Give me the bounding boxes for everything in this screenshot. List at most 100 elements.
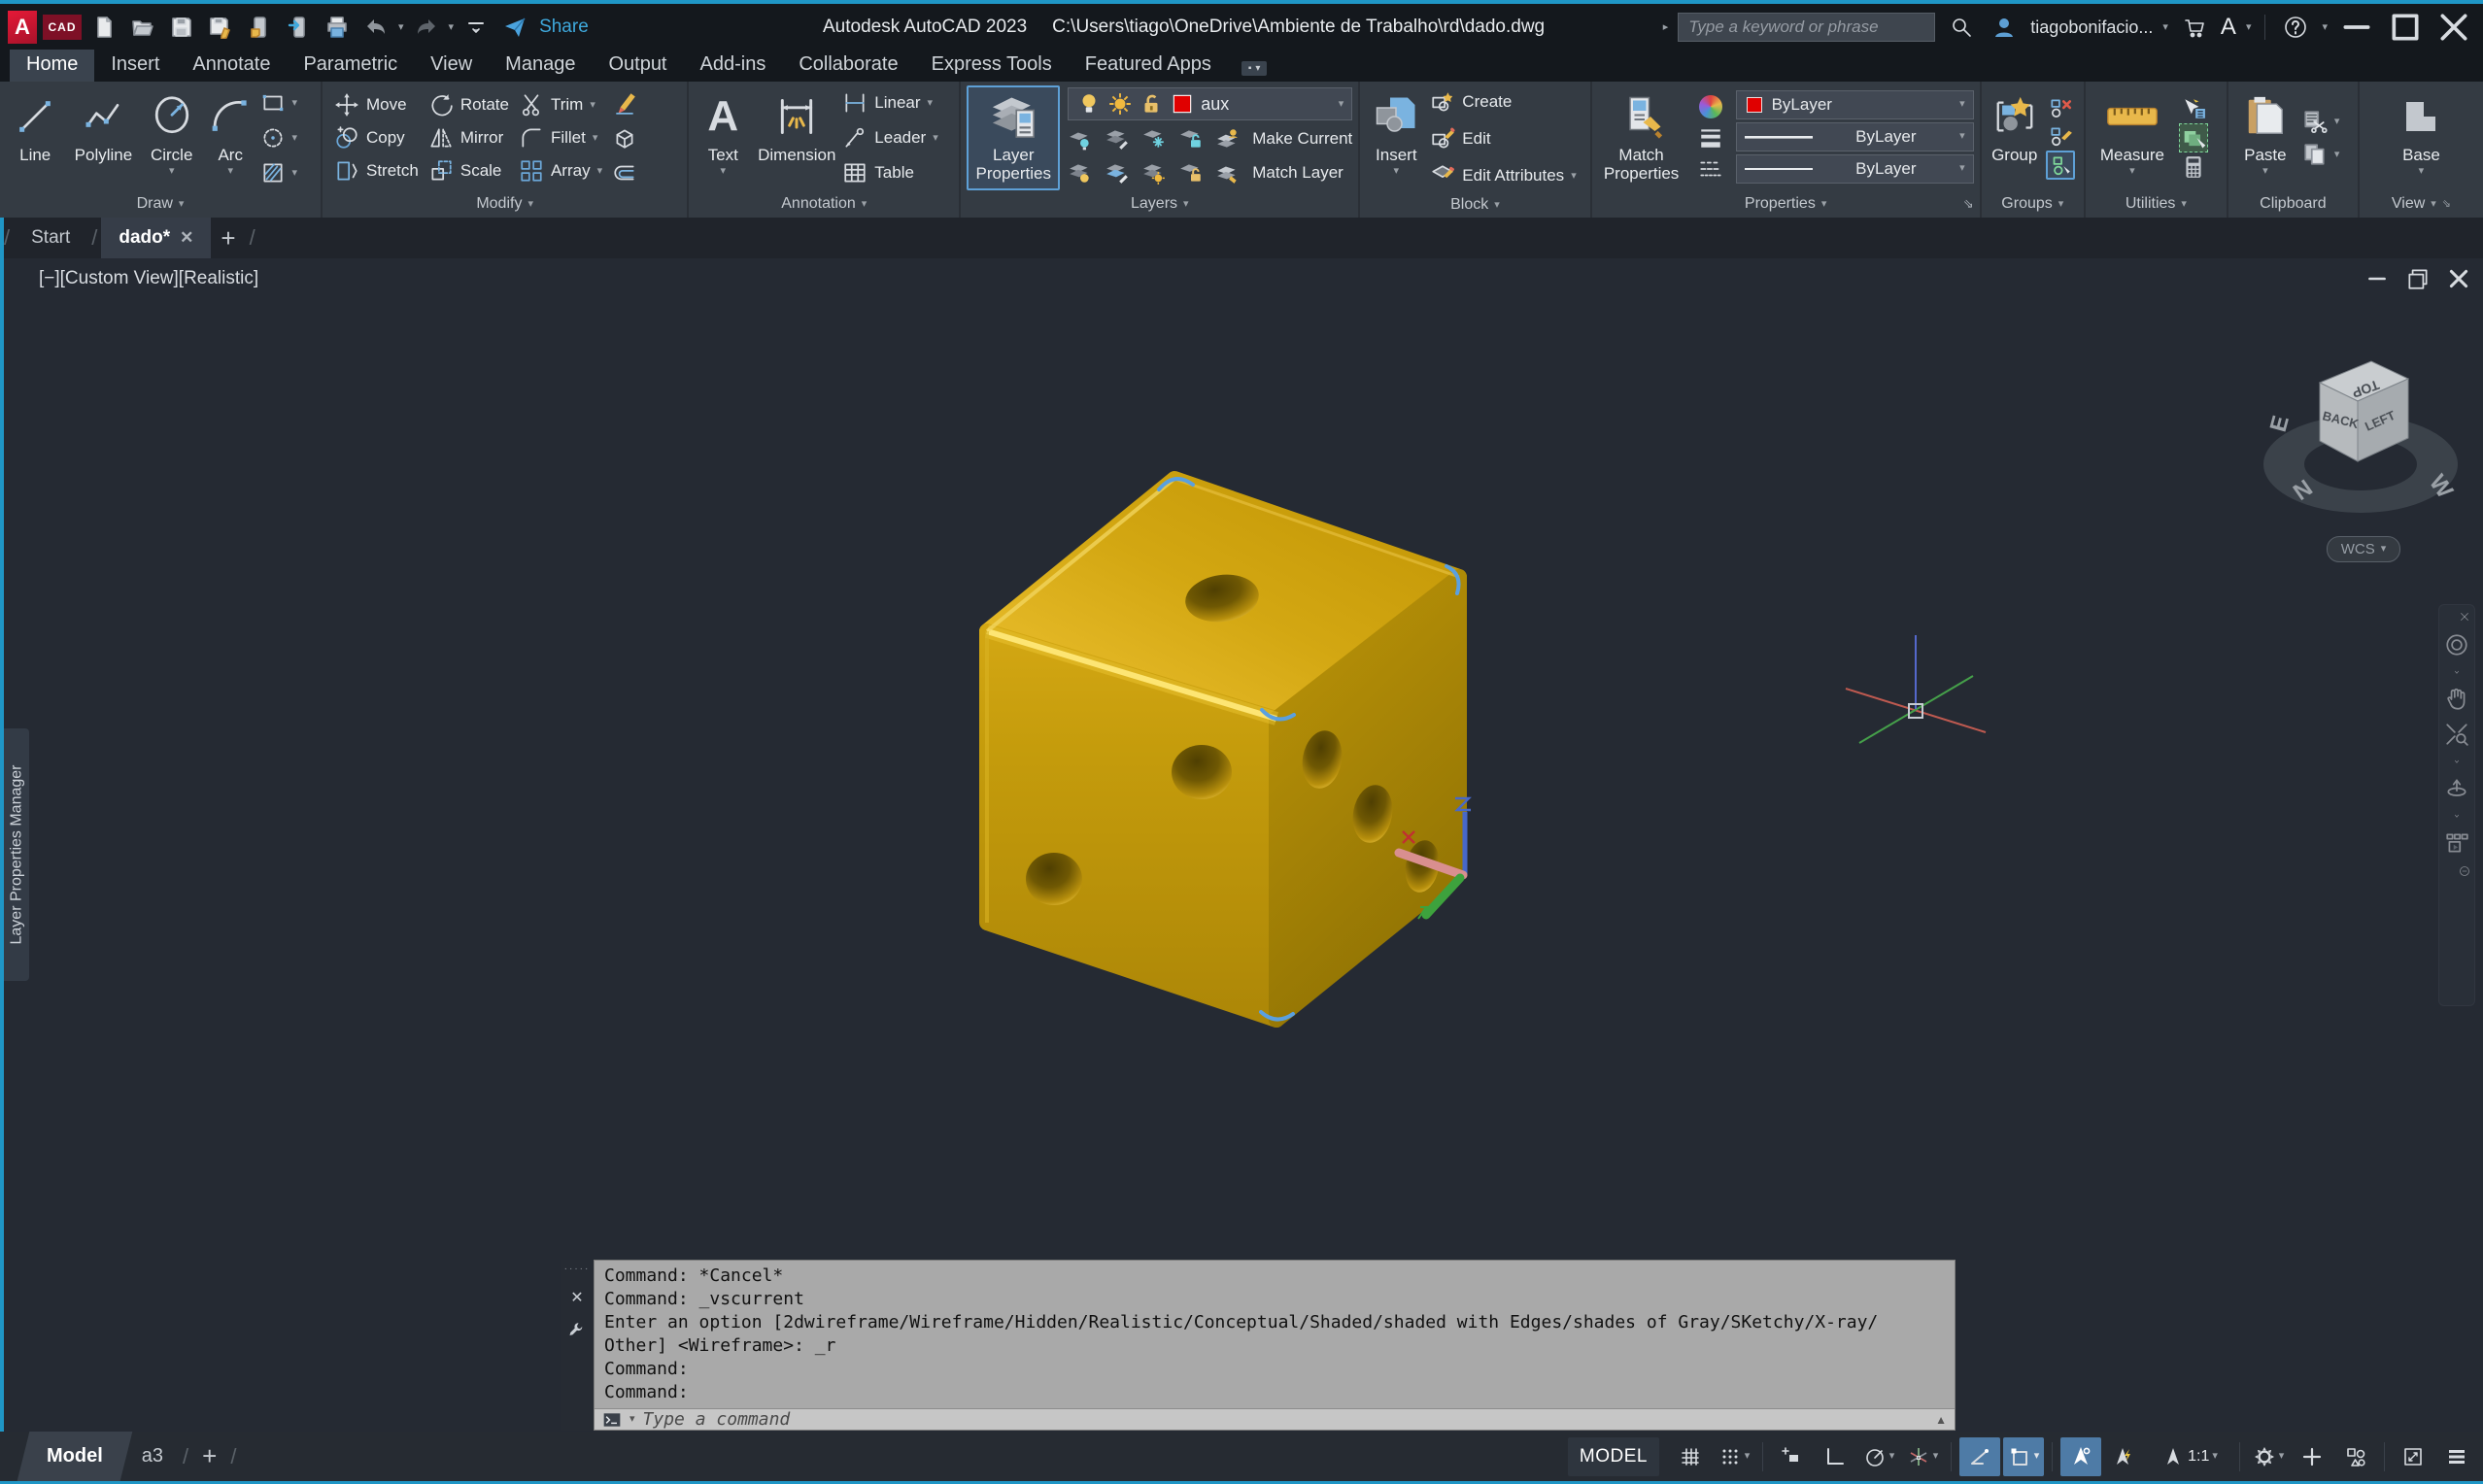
search-icon[interactable]	[1945, 11, 1978, 44]
command-history[interactable]: Command: *Cancel* Command: _vscurrent En…	[595, 1261, 1955, 1408]
tab-collaborate[interactable]: Collaborate	[782, 50, 914, 82]
copy-button[interactable]: Copy	[334, 121, 419, 154]
tab-featured-apps[interactable]: Featured Apps	[1069, 50, 1228, 82]
object-snap-tracking-button[interactable]	[1959, 1437, 2000, 1476]
ribbon-display-toggle[interactable]: ▪▾	[1242, 61, 1268, 76]
panel-label-properties[interactable]: Properties▾	[1592, 190, 1980, 218]
move-button[interactable]: Move	[334, 88, 419, 121]
user-avatar-icon[interactable]	[1988, 11, 2021, 44]
snap-dropdown-icon[interactable]: ▾	[1745, 1451, 1751, 1462]
scale-button[interactable]: Scale	[428, 154, 509, 187]
isolate-objects-button[interactable]	[2335, 1437, 2376, 1476]
edit-attributes-flyout-icon[interactable]: ▾	[1571, 171, 1577, 182]
view-launcher-icon[interactable]: ⇘	[2442, 199, 2451, 210]
showmotion-icon[interactable]	[2444, 830, 2469, 856]
measure-flyout-icon[interactable]: ▾	[2129, 166, 2135, 177]
maximize-button[interactable]	[2386, 8, 2425, 47]
fillet-flyout-icon[interactable]: ▾	[593, 133, 598, 144]
layer-lock-tool-icon[interactable]	[1178, 126, 1204, 152]
rectangle-flyout-icon[interactable]: ▾	[292, 98, 298, 109]
paste-flyout-icon[interactable]: ▾	[2262, 166, 2268, 177]
infer-constraints-button[interactable]	[1771, 1437, 1812, 1476]
command-drag-grip[interactable]: ·····	[564, 1264, 591, 1274]
group-edit-icon[interactable]	[2048, 123, 2073, 149]
linear-flyout-icon[interactable]: ▾	[928, 98, 934, 109]
close-button[interactable]	[2434, 8, 2473, 47]
measure-button[interactable]: Measure ▾	[2092, 85, 2173, 190]
panel-label-utilities[interactable]: Utilities▾	[2086, 190, 2227, 218]
panel-label-layers[interactable]: Layers▾	[961, 190, 1358, 218]
text-button[interactable]: A Text ▾	[695, 85, 751, 190]
insert-button[interactable]: Insert ▾	[1366, 85, 1426, 192]
ellipse-flyout-icon[interactable]: ▾	[292, 133, 298, 144]
tab-manage[interactable]: Manage	[489, 50, 592, 82]
paste-button[interactable]: Paste ▾	[2234, 85, 2296, 190]
compass-east[interactable]: E	[2265, 413, 2295, 434]
dimension-button[interactable]: Dimension	[755, 85, 838, 190]
cut-flyout-icon[interactable]: ▾	[2334, 117, 2340, 127]
stretch-button[interactable]: Stretch	[334, 154, 419, 187]
tab-annotate[interactable]: Annotate	[176, 50, 287, 82]
command-close-icon[interactable]: ✕	[570, 1288, 583, 1307]
dice-solid[interactable]	[987, 479, 1459, 1020]
print-button[interactable]	[321, 11, 354, 44]
navbar-flyout-icon[interactable]	[2444, 667, 2469, 677]
array-flyout-icon[interactable]: ▾	[597, 166, 603, 177]
help-icon[interactable]	[2279, 11, 2312, 44]
layer-lock2-icon[interactable]	[1178, 160, 1204, 186]
object-snap-button[interactable]: ▾	[2003, 1437, 2044, 1476]
base-button[interactable]: Base ▾	[2387, 85, 2455, 190]
isodraft-button[interactable]: ▾	[1902, 1437, 1943, 1476]
command-expand-icon[interactable]: ▲	[1935, 1413, 1947, 1427]
help-dropdown-icon[interactable]: ▾	[2322, 22, 2328, 33]
model-space-button[interactable]: MODEL	[1568, 1437, 1659, 1476]
autodesk-a-icon[interactable]: A	[2221, 14, 2236, 41]
viewcube[interactable]: E N W TOP BACK LEFT	[2263, 361, 2458, 513]
ortho-mode-button[interactable]	[1815, 1437, 1855, 1476]
layer-on-icon[interactable]	[1076, 91, 1102, 117]
layer-dropdown[interactable]: aux ▾	[1068, 87, 1352, 120]
zoom-extents-icon[interactable]	[2444, 722, 2469, 747]
navbar-close-icon[interactable]	[2459, 611, 2470, 623]
zoom-flyout-icon[interactable]	[2444, 757, 2469, 766]
model-tab[interactable]: Model	[17, 1432, 132, 1481]
tab-addins[interactable]: Add-ins	[684, 50, 783, 82]
array-button[interactable]: Array▾	[519, 154, 602, 187]
hatch-button[interactable]: ▾	[260, 156, 316, 189]
panel-label-groups[interactable]: Groups▾	[1982, 190, 2084, 218]
model-space-viewport[interactable]: E N W TOP BACK LEFT [−][Custom View][Rea…	[0, 258, 2483, 1432]
search-collapse-icon[interactable]: ▸	[1663, 22, 1669, 33]
circle-flyout-icon[interactable]: ▾	[169, 166, 175, 177]
command-prompt-icon[interactable]	[602, 1410, 622, 1430]
table-button[interactable]: Table	[842, 156, 937, 189]
leader-button[interactable]: Leader▾	[842, 121, 937, 154]
command-customize-wrench-icon[interactable]	[568, 1321, 586, 1338]
layout-tab-a3[interactable]: a3	[126, 1432, 179, 1481]
trim-button[interactable]: Trim▾	[519, 88, 602, 121]
linetype-dropdown[interactable]: ByLayer▾	[1736, 154, 1974, 184]
layer-properties-button[interactable]: Layer Properties	[967, 85, 1060, 190]
viewport-restore-button[interactable]	[2405, 266, 2431, 291]
save-button[interactable]	[165, 11, 198, 44]
snap-mode-button[interactable]: ▾	[1714, 1437, 1754, 1476]
fillet-button[interactable]: Fillet▾	[519, 121, 602, 154]
file-tab-dado[interactable]: dado*✕	[101, 218, 211, 258]
panel-label-clipboard[interactable]: Clipboard	[2228, 190, 2358, 218]
export-button[interactable]	[243, 11, 276, 44]
osnap-dropdown-icon[interactable]: ▾	[2034, 1451, 2040, 1462]
navigation-wheel-icon[interactable]	[2444, 632, 2469, 658]
quick-calculator-icon[interactable]	[2181, 154, 2206, 180]
arc-flyout-icon[interactable]: ▾	[227, 166, 233, 177]
quick-select-icon[interactable]	[2181, 96, 2206, 121]
share-icon[interactable]	[498, 11, 531, 44]
tab-express-tools[interactable]: Express Tools	[915, 50, 1069, 82]
annotation-scale-dropdown-icon[interactable]: ▾	[2212, 1451, 2218, 1462]
save-as-button[interactable]	[204, 11, 237, 44]
layer-match-icon[interactable]	[1105, 160, 1130, 186]
orbit-icon[interactable]	[2444, 776, 2469, 801]
grid-display-button[interactable]	[1670, 1437, 1711, 1476]
layer-thaw-icon[interactable]	[1107, 91, 1133, 117]
command-input[interactable]	[643, 1409, 1928, 1430]
undo-dropdown-icon[interactable]: ▾	[398, 22, 404, 33]
mirror-button[interactable]: Mirror	[428, 121, 509, 154]
